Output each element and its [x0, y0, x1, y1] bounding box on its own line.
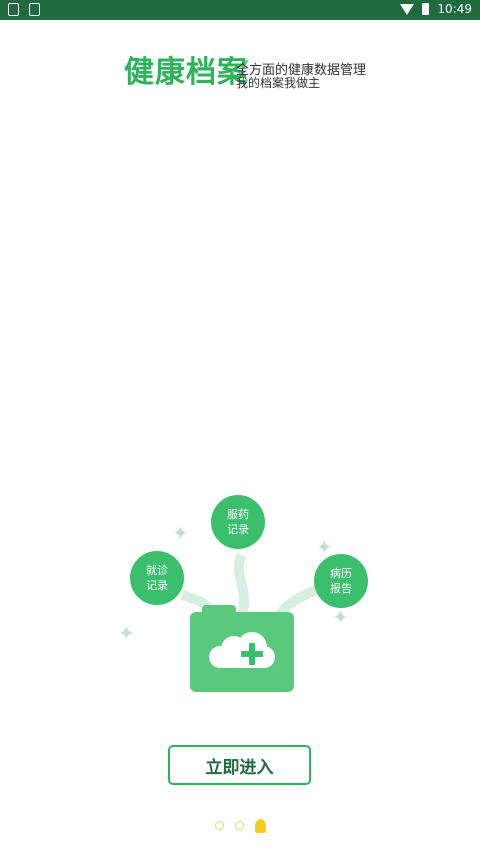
header: 健康档案 全方面的健康数据管理 我的档案我做主 [124, 45, 384, 95]
medical-report-label: 病历 报告 [330, 567, 352, 595]
page-dot-3-active[interactable] [255, 819, 266, 833]
medication-record-bubble: 服药 记录 [211, 495, 265, 549]
page-dot-1[interactable] [215, 821, 224, 830]
page-indicator [212, 818, 272, 834]
health-record-illustration: ✦ ✦ ✦ ✦ 服药 记录 就诊 记录 病历 报告 [110, 495, 380, 705]
shield-icon [8, 3, 19, 16]
folder-icon [190, 612, 294, 692]
enter-now-button[interactable]: 立即进入 [168, 745, 311, 785]
page-dot-2[interactable] [235, 821, 244, 830]
medication-record-label: 服药 记录 [227, 508, 249, 536]
subtitle-line-2: 我的档案我做主 [236, 76, 321, 90]
battery-icon [422, 3, 430, 15]
wifi-icon [400, 3, 415, 15]
status-bar: 10:49 [0, 0, 480, 20]
page-title: 健康档案 [124, 55, 248, 90]
medical-report-bubble: 病历 报告 [314, 554, 368, 608]
consultation-record-bubble: 就诊 记录 [130, 551, 184, 605]
consultation-record-label: 就诊 记录 [146, 564, 168, 592]
status-time: 10:49 [437, 2, 472, 16]
image-icon [29, 3, 40, 16]
cloud-plus-icon [209, 632, 275, 670]
